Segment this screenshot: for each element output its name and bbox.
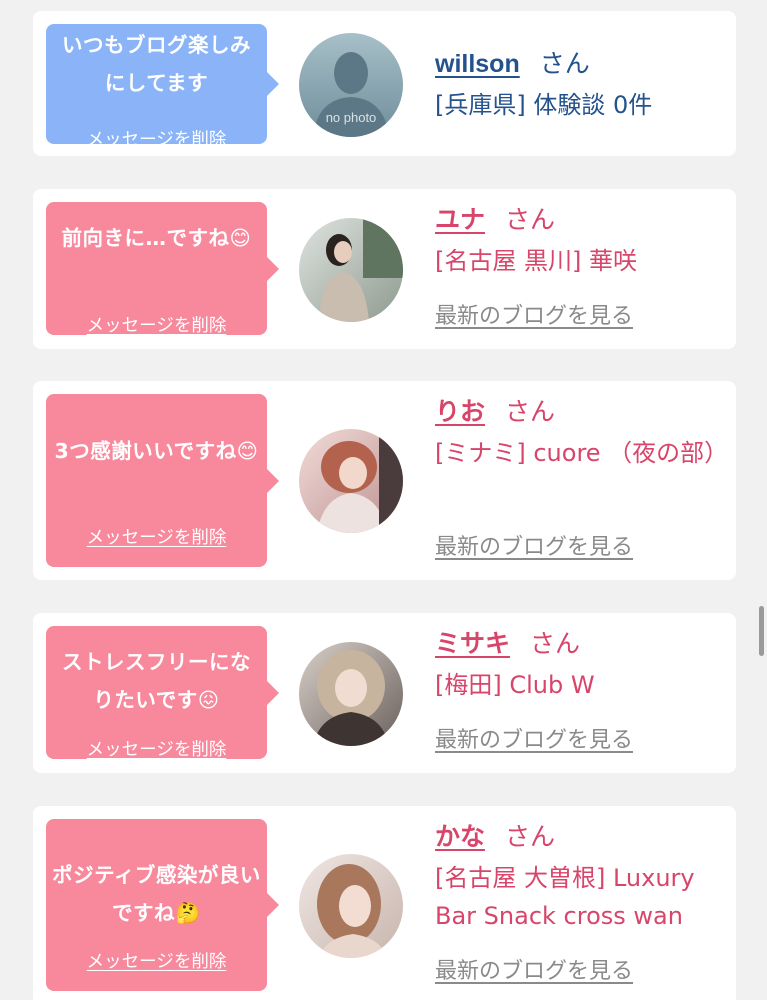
message-card: 前向きに…ですね😊 メッセージを削除 ユナ さん [名古屋 黒川] 華咲 最新の…: [33, 189, 736, 349]
location-text: [名古屋 黒川] 華咲: [435, 247, 637, 275]
honorific: さん: [539, 49, 590, 78]
avatar[interactable]: [299, 642, 403, 746]
message-text: ポジティブ感染が良いですね🤔: [52, 863, 261, 925]
no-photo-avatar-icon: no photo: [299, 33, 403, 137]
message-card: いつもブログ楽しみにしてます メッセージを削除 no photo willson…: [33, 11, 736, 156]
profile-photo-icon: [299, 854, 403, 958]
profile-info: ミサキ さん [梅田] Club W: [435, 626, 725, 704]
latest-blog-link[interactable]: 最新のブログを見る: [435, 533, 633, 563]
location-text: [兵庫県] 体験談 0件: [435, 91, 653, 119]
latest-blog-link[interactable]: 最新のブログを見る: [435, 726, 633, 756]
message-text: 3つ感謝いいですね😊: [54, 439, 259, 463]
profile-name-link[interactable]: ユナ: [435, 205, 485, 234]
profile-photo-icon: [299, 642, 403, 746]
profile-name-link[interactable]: りお: [435, 397, 485, 426]
delete-message-link[interactable]: メッセージを削除: [46, 951, 267, 973]
profile-photo-icon: [299, 429, 403, 533]
honorific: さん: [530, 629, 581, 658]
avatar-label: no photo: [326, 110, 377, 125]
avatar[interactable]: [299, 429, 403, 533]
message-text: ストレスフリーになりたいです😖: [62, 650, 251, 712]
delete-message-link[interactable]: メッセージを削除: [46, 739, 267, 761]
delete-message-link[interactable]: メッセージを削除: [46, 129, 267, 151]
profile-info: willson さん [兵庫県] 体験談 0件: [435, 46, 725, 124]
name-line: かな さん: [435, 819, 725, 855]
profile-name-link[interactable]: willson: [435, 50, 520, 78]
scrollbar[interactable]: [759, 606, 764, 656]
profile-info: かな さん [名古屋 大曽根] Luxury Bar Snack cross wa…: [435, 819, 725, 935]
honorific: さん: [505, 205, 556, 234]
profile-info: りお さん [ミナミ] cuore （夜の部）: [435, 394, 729, 472]
honorific: さん: [505, 397, 556, 426]
profile-name-link[interactable]: ミサキ: [435, 629, 510, 658]
profile-info: ユナ さん [名古屋 黒川] 華咲: [435, 202, 725, 280]
avatar[interactable]: no photo: [299, 33, 403, 137]
name-line: ユナ さん: [435, 202, 725, 238]
message-bubble: 3つ感謝いいですね😊 メッセージを削除: [46, 394, 279, 567]
message-card: ストレスフリーになりたいです😖 メッセージを削除 ミサキ さん [梅田] Clu…: [33, 613, 736, 773]
avatar[interactable]: [299, 854, 403, 958]
avatar[interactable]: [299, 218, 403, 322]
message-bubble: いつもブログ楽しみにしてます メッセージを削除: [46, 24, 279, 150]
delete-message-link[interactable]: メッセージを削除: [46, 315, 267, 337]
delete-message-link[interactable]: メッセージを削除: [46, 527, 267, 549]
message-card: 3つ感謝いいですね😊 メッセージを削除 りお さん [ミナミ] cuore （夜…: [33, 381, 736, 580]
name-line: ミサキ さん: [435, 626, 725, 662]
name-line: りお さん: [435, 394, 725, 430]
message-text: いつもブログ楽しみにしてます: [62, 33, 251, 95]
message-text: 前向きに…ですね😊: [61, 226, 252, 250]
profile-photo-icon: [299, 218, 403, 322]
message-bubble: ポジティブ感染が良いですね🤔 メッセージを削除: [46, 819, 279, 991]
honorific: さん: [505, 822, 556, 851]
latest-blog-link[interactable]: 最新のブログを見る: [435, 302, 633, 332]
message-card: ポジティブ感染が良いですね🤔 メッセージを削除 かな さん [名古屋 大曽根] …: [33, 806, 736, 1000]
profile-name-link[interactable]: かな: [435, 822, 485, 851]
message-bubble: ストレスフリーになりたいです😖 メッセージを削除: [46, 626, 279, 761]
location-text: [名古屋 大曽根] Luxury Bar Snack cross wan: [435, 864, 695, 930]
location-text: [梅田] Club W: [435, 671, 595, 699]
message-bubble: 前向きに…ですね😊 メッセージを削除: [46, 202, 279, 337]
latest-blog-link[interactable]: 最新のブログを見る: [435, 957, 633, 987]
name-line: willson さん: [435, 46, 725, 82]
location-text: [ミナミ] cuore （夜の部）: [435, 439, 729, 467]
